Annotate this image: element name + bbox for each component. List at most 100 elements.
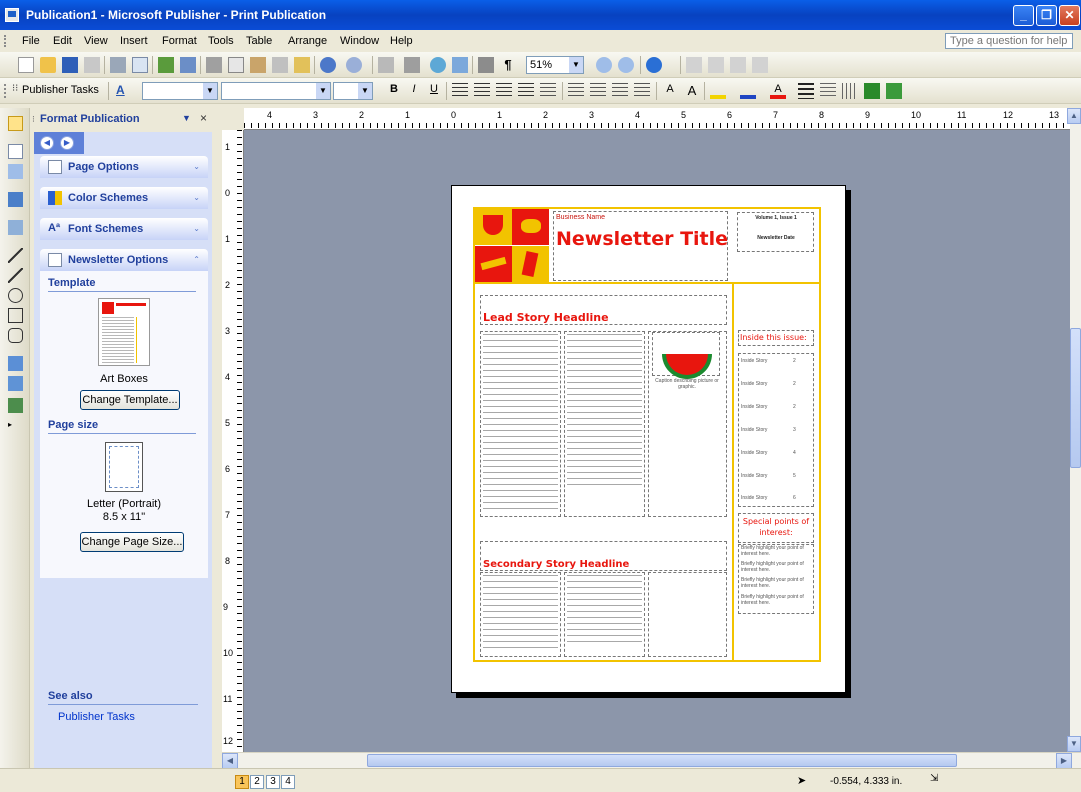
menu-window[interactable]: Window	[340, 35, 379, 47]
page-tab-4[interactable]: 4	[281, 775, 295, 789]
menu-file[interactable]: File	[22, 35, 40, 47]
help-question-box[interactable]: Type a question for help	[945, 33, 1073, 49]
close-button[interactable]: ✕	[1059, 5, 1080, 26]
publisher-tasks-link[interactable]: Publisher Tasks	[58, 711, 135, 723]
connect-frames-icon[interactable]	[686, 57, 702, 73]
scroll-down-icon[interactable]: ▼	[1067, 736, 1081, 752]
justify-icon[interactable]	[518, 83, 534, 99]
menu-arrange[interactable]: Arrange	[288, 35, 327, 47]
autoshapes-icon[interactable]	[8, 328, 23, 343]
section-font-schemes[interactable]: Aª Font Schemes ⌄	[40, 218, 208, 240]
line-color-icon[interactable]	[740, 83, 756, 99]
decrease-font-icon[interactable]: A	[662, 83, 678, 99]
chevron-down-icon[interactable]: ▼	[316, 83, 330, 99]
vertical-ruler[interactable]: 1 0 1 2 3 4 5 6 7 8 9 10 11 12	[222, 130, 244, 752]
watermelon-icon[interactable]	[660, 331, 714, 379]
menu-grip[interactable]	[4, 35, 7, 47]
forward-icon[interactable]: ▶	[60, 136, 74, 150]
lead-story-headline[interactable]: Lead Story Headline	[483, 311, 609, 324]
inside-this-issue-title[interactable]: Inside this issue:	[740, 333, 807, 342]
chevron-down-icon[interactable]: ⌄	[193, 162, 200, 171]
page-tab-2[interactable]: 2	[250, 775, 264, 789]
picture-caption[interactable]: Caption describing picture or graphic.	[652, 378, 722, 390]
bring-forward-icon[interactable]	[378, 57, 394, 73]
align-right-icon[interactable]	[496, 83, 512, 99]
undo-icon[interactable]	[320, 57, 336, 73]
hot-spot-icon[interactable]	[8, 356, 23, 371]
fill-color-icon[interactable]	[710, 83, 726, 99]
special-points-title[interactable]: Special points of interest:	[740, 516, 812, 538]
menu-insert[interactable]: Insert	[120, 35, 148, 47]
change-template-button[interactable]: Change Template...	[80, 390, 180, 410]
chevron-down-icon[interactable]: ▼	[203, 83, 217, 99]
format-painter-icon[interactable]	[294, 57, 310, 73]
secondary-story-headline[interactable]: Secondary Story Headline	[483, 559, 629, 570]
chevron-down-icon[interactable]: ⌄	[193, 193, 200, 202]
task-pane-icon[interactable]: ⁝⁝	[12, 83, 18, 94]
spelling-icon[interactable]	[158, 57, 174, 73]
vertical-scrollbar[interactable]: ▲ ▼	[1067, 108, 1081, 752]
text-box-icon[interactable]	[8, 144, 23, 159]
publisher-tasks-button[interactable]: Publisher Tasks	[22, 84, 99, 96]
align-center-icon[interactable]	[474, 83, 490, 99]
clipboard-icon[interactable]	[272, 57, 288, 73]
newsletter-date[interactable]: Newsletter Date	[741, 235, 811, 241]
secondary-column-3[interactable]	[648, 572, 727, 657]
change-page-size-button[interactable]: Change Page Size...	[80, 532, 184, 552]
rectangle-icon[interactable]	[8, 308, 23, 323]
line-style-icon[interactable]	[798, 83, 814, 99]
special-characters-icon[interactable]: ¶	[500, 57, 516, 73]
menu-view[interactable]: View	[84, 35, 108, 47]
font-size-combo[interactable]: ▼	[333, 82, 373, 100]
menu-format[interactable]: Format	[162, 35, 197, 47]
ruler-corner[interactable]	[222, 108, 244, 130]
section-page-options[interactable]: Page Options ⌄	[40, 156, 208, 178]
newsletter-title[interactable]: Newsletter Title	[556, 228, 728, 250]
print-preview-icon[interactable]	[132, 57, 148, 73]
scroll-left-icon[interactable]: ◀	[222, 753, 238, 769]
insert-table-icon[interactable]	[8, 164, 23, 179]
menu-help[interactable]: Help	[390, 35, 413, 47]
wordart-icon[interactable]	[8, 192, 23, 207]
business-name[interactable]: Business Name	[556, 214, 605, 221]
zoom-out-icon[interactable]	[596, 57, 612, 73]
line-spacing-icon[interactable]	[540, 83, 556, 99]
pane-menu-icon[interactable]: ▼	[182, 113, 191, 123]
3d-style-icon[interactable]	[886, 83, 902, 99]
paste-icon[interactable]	[250, 57, 266, 73]
permission-icon[interactable]	[84, 57, 100, 73]
oval-icon[interactable]	[8, 288, 23, 303]
picture-frame-icon[interactable]	[8, 220, 23, 235]
volume-issue[interactable]: Volume 1, Issue 1	[741, 215, 811, 221]
menu-edit[interactable]: Edit	[53, 35, 72, 47]
maximize-button[interactable]: ❐	[1036, 5, 1057, 26]
cut-icon[interactable]	[206, 57, 222, 73]
select-pointer-icon[interactable]	[8, 116, 23, 131]
close-pane-icon[interactable]: ×	[200, 111, 207, 125]
section-color-schemes[interactable]: Color Schemes ⌄	[40, 187, 208, 209]
chevron-down-icon[interactable]: ⌄	[193, 224, 200, 233]
arrow-style-icon[interactable]	[842, 83, 858, 99]
pane-grip[interactable]: ⁝	[32, 114, 35, 125]
dash-style-icon[interactable]	[820, 83, 836, 99]
page-tab-3[interactable]: 3	[266, 775, 280, 789]
line-icon[interactable]	[8, 248, 23, 263]
template-thumbnail[interactable]	[98, 298, 150, 366]
arrow-icon[interactable]	[8, 268, 23, 283]
increase-indent-icon[interactable]	[634, 83, 650, 99]
form-control-icon[interactable]	[8, 376, 23, 391]
numbering-icon[interactable]	[568, 83, 584, 99]
insert-hyperlink-icon[interactable]	[430, 57, 446, 73]
menu-table[interactable]: Table	[246, 35, 272, 47]
zoom-in-icon[interactable]	[618, 57, 634, 73]
scroll-right-icon[interactable]: ▶	[1056, 753, 1072, 769]
zoom-fit-icon[interactable]	[452, 57, 468, 73]
section-newsletter-options[interactable]: Newsletter Options ⌃	[40, 249, 208, 271]
italic-icon[interactable]: I	[406, 83, 422, 99]
new-icon[interactable]	[18, 57, 34, 73]
more-objects-icon[interactable]: ▸	[8, 420, 23, 435]
bold-icon[interactable]: B	[386, 83, 402, 99]
page-tab-1[interactable]: 1	[235, 775, 249, 789]
chevron-down-icon[interactable]: ▼	[358, 83, 372, 99]
bullets-icon[interactable]	[590, 83, 606, 99]
